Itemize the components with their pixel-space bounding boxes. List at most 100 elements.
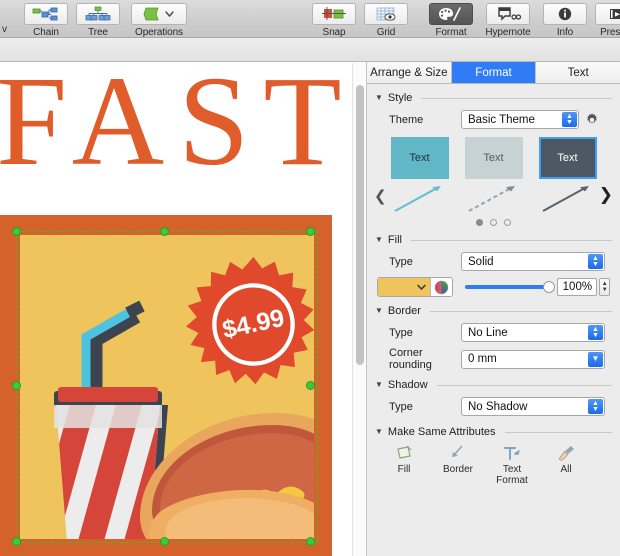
inspector-panel: Arrange & Size Format Text ▼ Style Theme… bbox=[366, 62, 620, 556]
tab-format[interactable]: Format bbox=[451, 62, 537, 83]
connector-style-solid[interactable] bbox=[391, 181, 449, 215]
connector-style-dashed[interactable] bbox=[465, 181, 523, 215]
section-header-border[interactable]: ▼ Border bbox=[367, 304, 620, 318]
grid-eye-icon[interactable] bbox=[364, 3, 408, 25]
theme-stepper-icon[interactable]: ▲ ▼ bbox=[562, 112, 577, 127]
selection-handle-ml[interactable] bbox=[12, 381, 21, 390]
selection-handle-tl[interactable] bbox=[12, 227, 21, 236]
fill-type-select[interactable]: Solid ▲ ▼ bbox=[461, 252, 605, 271]
border-type-value: No Line bbox=[468, 326, 508, 339]
border-type-select[interactable]: No Line ▲ ▼ bbox=[461, 323, 605, 342]
make-same-all-button[interactable]: All bbox=[543, 443, 589, 486]
make-same-text-format-button[interactable]: Text Format bbox=[489, 443, 535, 486]
make-same-fill-button[interactable]: Fill bbox=[381, 443, 427, 486]
shadow-type-label: Type bbox=[389, 400, 413, 413]
text-format-icon bbox=[502, 443, 522, 463]
fill-opacity-value[interactable]: 100% bbox=[557, 278, 598, 296]
fill-color-row: 100% ▲ ▼ bbox=[367, 277, 620, 297]
fill-opacity-knob[interactable] bbox=[543, 281, 556, 293]
fill-type-stepper-icon[interactable]: ▲ ▼ bbox=[588, 254, 603, 269]
disclosure-triangle-icon[interactable]: ▼ bbox=[375, 307, 383, 315]
theme-label: Theme bbox=[389, 113, 424, 126]
pager-dot-3[interactable] bbox=[504, 219, 511, 226]
fill-type-row: Type Solid ▲ ▼ bbox=[367, 252, 620, 271]
shadow-type-value: No Shadow bbox=[468, 400, 528, 413]
toolbar-item-hypernote[interactable]: Hypernote bbox=[477, 2, 539, 38]
present-play-icon[interactable] bbox=[595, 3, 620, 25]
selection-handle-br[interactable] bbox=[306, 537, 315, 546]
corner-rounding-select[interactable]: 0 mm ▼ bbox=[461, 349, 605, 369]
toolbar-item-format[interactable]: Format bbox=[425, 2, 477, 38]
pager-dot-1[interactable] bbox=[476, 219, 483, 226]
palette-brush-icon[interactable] bbox=[429, 3, 473, 25]
hypernote-icon[interactable] bbox=[486, 3, 530, 25]
style-swatch-2-label: Text bbox=[483, 152, 504, 164]
canvas-vertical-scrollbar[interactable] bbox=[352, 63, 366, 556]
info-circle-icon[interactable] bbox=[543, 3, 587, 25]
chevron-right-icon[interactable]: ❯ bbox=[599, 185, 613, 205]
poster-image-object[interactable]: $4.99 bbox=[0, 215, 332, 556]
color-wheel-icon[interactable] bbox=[429, 278, 453, 296]
toolbar-item-grid[interactable]: Grid bbox=[360, 2, 412, 38]
section-header-shadow[interactable]: ▼ Shadow bbox=[367, 378, 620, 392]
pager-dot-2[interactable] bbox=[490, 219, 497, 226]
fill-color-chip[interactable] bbox=[378, 278, 430, 296]
toolbar-item-chain[interactable]: Chain bbox=[20, 2, 72, 38]
fill-shape-icon bbox=[394, 443, 414, 463]
tool-strip bbox=[0, 38, 620, 99]
scrollbar-thumb[interactable] bbox=[356, 85, 364, 365]
shadow-type-row: Type No Shadow ▲ ▼ bbox=[367, 397, 620, 416]
toolbar-item-info[interactable]: Info bbox=[539, 2, 591, 38]
connector-style-plain[interactable] bbox=[539, 181, 597, 215]
snap-icon[interactable] bbox=[312, 3, 356, 25]
gear-icon[interactable] bbox=[584, 112, 600, 128]
disclosure-triangle-icon[interactable]: ▼ bbox=[375, 428, 383, 436]
selection-handle-bl[interactable] bbox=[12, 537, 21, 546]
toolbar-label-hypernote: Hypernote bbox=[485, 27, 531, 38]
headline-text-object[interactable]: FAST bbox=[0, 63, 352, 185]
disclosure-triangle-icon[interactable]: ▼ bbox=[375, 381, 383, 389]
fill-type-label: Type bbox=[389, 255, 413, 268]
style-swatch-2[interactable]: Text bbox=[464, 137, 523, 179]
chain-diagram-icon[interactable] bbox=[24, 3, 68, 25]
disclosure-triangle-icon[interactable]: ▼ bbox=[375, 94, 383, 102]
style-swatch-3-selected[interactable]: Text bbox=[538, 137, 597, 179]
border-type-stepper-icon[interactable]: ▲ ▼ bbox=[588, 325, 603, 340]
tab-text[interactable]: Text bbox=[536, 62, 620, 83]
theme-select[interactable]: Basic Theme ▲ ▼ bbox=[461, 110, 579, 129]
inspector-tabs: Arrange & Size Format Text bbox=[367, 62, 620, 84]
document-canvas[interactable]: FAST $4.99 bbox=[0, 63, 352, 556]
style-swatch-1[interactable]: Text bbox=[390, 137, 449, 179]
selection-handle-tc[interactable] bbox=[160, 227, 169, 236]
selection-handle-bc[interactable] bbox=[160, 537, 169, 546]
main-toolbar: v Chain Tree Operations Snap Grid Format… bbox=[0, 0, 620, 38]
toolbar-item-operations[interactable]: Operations bbox=[124, 2, 194, 38]
shadow-type-select[interactable]: No Shadow ▲ ▼ bbox=[461, 397, 605, 416]
toolbar-item-snap[interactable]: Snap bbox=[308, 2, 360, 38]
style-swatch-3-label: Text bbox=[557, 152, 578, 164]
corner-rounding-value: 0 mm bbox=[468, 353, 497, 365]
section-header-fill[interactable]: ▼ Fill bbox=[367, 233, 620, 247]
make-same-border-button[interactable]: Border bbox=[435, 443, 481, 486]
chevron-down-icon bbox=[416, 284, 426, 290]
disclosure-triangle-icon[interactable]: ▼ bbox=[375, 236, 383, 244]
style-swatch-1-label: Text bbox=[409, 152, 430, 164]
section-header-make-same-attributes[interactable]: ▼ Make Same Attributes bbox=[367, 425, 620, 439]
operations-shape-icon[interactable] bbox=[131, 3, 187, 25]
selection-handle-tr[interactable] bbox=[306, 227, 315, 236]
tree-diagram-icon[interactable] bbox=[76, 3, 120, 25]
toolbar-item-tree[interactable]: Tree bbox=[72, 2, 124, 38]
fill-color-well[interactable] bbox=[377, 277, 454, 297]
fill-opacity-stepper-icon[interactable]: ▲ ▼ bbox=[599, 278, 611, 296]
selection-handle-mr[interactable] bbox=[306, 381, 315, 390]
toolbar-label-grid: Grid bbox=[376, 27, 396, 38]
shadow-type-stepper-icon[interactable]: ▲ ▼ bbox=[588, 399, 603, 414]
toolbar-label-tree: Tree bbox=[88, 27, 108, 38]
chevron-left-icon[interactable]: ❮ bbox=[374, 187, 387, 205]
corner-rounding-chevron-icon[interactable]: ▼ bbox=[588, 351, 603, 367]
section-header-style[interactable]: ▼ Style bbox=[367, 91, 620, 105]
toolbar-item-present[interactable]: Present bbox=[591, 2, 620, 38]
section-title-border: Border bbox=[387, 305, 421, 317]
tab-arrange-size[interactable]: Arrange & Size bbox=[367, 62, 452, 83]
fill-opacity-slider[interactable] bbox=[465, 281, 556, 293]
